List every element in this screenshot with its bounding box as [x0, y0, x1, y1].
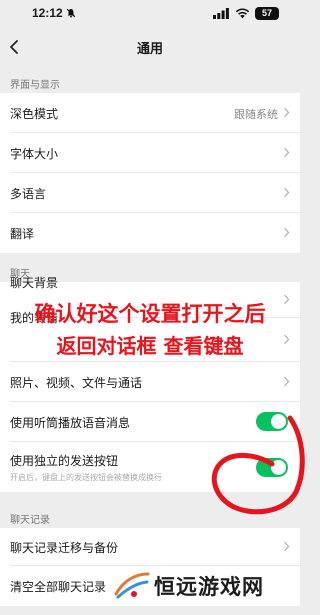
annotation-line-2: 返回对话框 查看键盘 — [56, 334, 244, 358]
dark-mode-label: 深色模式 — [10, 107, 59, 121]
language-row[interactable]: 多语言 — [0, 173, 300, 213]
chevron-right-icon — [284, 147, 290, 158]
translate-label: 翻译 — [10, 227, 35, 241]
watermark: 恒远游戏网 — [100, 564, 300, 604]
chat-background-label: 聊天背景 — [10, 276, 59, 290]
chevron-right-icon — [284, 541, 290, 552]
media-row[interactable]: 照片、视频、文件与通话 — [0, 362, 300, 402]
chevron-right-icon — [284, 227, 290, 238]
migrate-row[interactable]: 聊天记录迁移与备份 — [0, 528, 300, 566]
annotation-circle — [211, 415, 305, 515]
cellular-signal-icon — [213, 8, 229, 19]
annotation-line-1: 确认好这个设置打开之后 — [34, 302, 266, 326]
translate-row[interactable]: 翻译 — [0, 213, 300, 253]
watermark-logo-icon — [114, 572, 150, 599]
nav-bar: 通用 — [0, 28, 300, 66]
font-size-row[interactable]: 字体大小 — [0, 133, 300, 173]
send-button-description: 开启后，键盘上的发送按钮会被替换成换行 — [10, 473, 162, 482]
page-title: 通用 — [136, 42, 163, 57]
chevron-right-icon — [284, 107, 290, 118]
dark-mode-value: 跟随系统 — [234, 108, 278, 121]
language-label: 多语言 — [10, 187, 47, 201]
watermark-text: 恒远游戏网 — [154, 575, 264, 599]
battery-indicator: 57 — [255, 7, 279, 20]
clear-history-label: 清空全部聊天记录 — [10, 580, 107, 594]
media-label: 照片、视频、文件与通话 — [10, 376, 143, 390]
chevron-right-icon — [284, 376, 290, 387]
bell-muted-icon — [66, 8, 76, 18]
status-time: 12:12 — [32, 6, 63, 20]
earpiece-label: 使用听筒播放语音消息 — [10, 416, 131, 430]
migrate-label: 聊天记录迁移与备份 — [10, 541, 119, 555]
status-bar: 12:12 57 — [0, 0, 300, 28]
section-header-display: 界面与显示 — [10, 80, 60, 91]
font-size-label: 字体大小 — [10, 147, 59, 161]
dark-mode-row[interactable]: 深色模式 跟随系统 — [0, 93, 300, 133]
chevron-right-icon — [284, 187, 290, 198]
section-header-history: 聊天记录 — [10, 515, 50, 526]
wifi-icon — [235, 8, 250, 19]
send-button-label: 使用独立的发送按钮 — [10, 454, 119, 468]
